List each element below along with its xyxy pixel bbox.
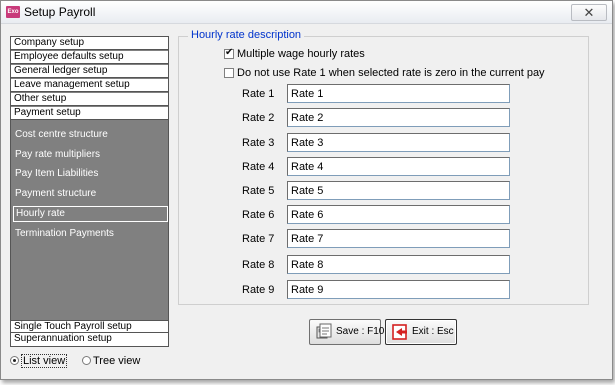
app-icon: Exo [6, 6, 20, 18]
nav-group-other-setup[interactable]: Other setup [11, 93, 168, 106]
nav-group-leave-management-setup[interactable]: Leave management setup [11, 79, 168, 92]
save-button[interactable]: Save : F10 [309, 319, 385, 345]
nav-group-single-touch-payroll-setup[interactable]: Single Touch Payroll setup [11, 320, 168, 333]
rate-4-label: Rate 4 [242, 161, 275, 173]
nav-item-cost-centre-structure[interactable]: Cost centre structure [11, 127, 168, 143]
rate-3-input[interactable] [287, 133, 510, 152]
rate-8-label: Rate 8 [242, 259, 275, 271]
exit-icon [391, 323, 409, 341]
tree-view-radio[interactable] [82, 356, 91, 365]
rate-3-label: Rate 3 [242, 137, 275, 149]
multiple-wage-rates-label[interactable]: Multiple wage hourly rates [237, 48, 365, 60]
rate-5-input[interactable] [287, 181, 510, 200]
rate-9-label: Rate 9 [242, 284, 275, 296]
rate-2-label: Rate 2 [242, 112, 275, 124]
setup-payroll-window: Exo Setup Payroll ✕ Company setup Employ… [0, 0, 613, 380]
exit-button-label: Exit : Esc [412, 326, 454, 337]
nav-group-general-ledger-setup[interactable]: General ledger setup [11, 65, 168, 78]
rate-6-label: Rate 6 [242, 209, 275, 221]
list-view-radio[interactable] [10, 356, 19, 365]
rate-5-label: Rate 5 [242, 185, 275, 197]
title-bar[interactable]: Exo Setup Payroll ✕ [1, 1, 612, 24]
save-icon [315, 323, 333, 341]
save-button-label: Save : F10 [336, 326, 385, 337]
list-view-label[interactable]: List view [21, 354, 68, 368]
rate-7-input[interactable] [287, 229, 510, 248]
exit-button[interactable]: Exit : Esc [385, 319, 457, 345]
rate-1-label: Rate 1 [242, 88, 275, 100]
rate-2-input[interactable] [287, 108, 510, 127]
nav-item-hourly-rate[interactable]: Hourly rate [13, 206, 168, 222]
tree-view-label[interactable]: Tree view [93, 355, 140, 367]
rate-9-input[interactable] [287, 280, 510, 299]
rate-8-input[interactable] [287, 255, 510, 274]
skip-rate1-checkbox[interactable] [224, 68, 234, 78]
rate-6-input[interactable] [287, 205, 510, 224]
nav-group-payment-setup[interactable]: Payment setup [11, 107, 168, 120]
close-button[interactable]: ✕ [571, 4, 607, 21]
nav-group-company-setup[interactable]: Company setup [11, 37, 168, 50]
nav-item-pay-item-liabilities[interactable]: Pay Item Liabilities [11, 166, 168, 182]
skip-rate1-label[interactable]: Do not use Rate 1 when selected rate is … [237, 67, 545, 79]
nav-item-pay-rate-multipliers[interactable]: Pay rate multipliers [11, 147, 168, 163]
nav-item-termination-payments[interactable]: Termination Payments [11, 226, 168, 242]
nav-group-superannuation-setup[interactable]: Superannuation setup [11, 333, 168, 346]
nav-item-payment-structure[interactable]: Payment structure [11, 186, 168, 202]
rate-4-input[interactable] [287, 157, 510, 176]
rate-1-input[interactable] [287, 84, 510, 103]
window-title: Setup Payroll [24, 5, 96, 19]
setup-navigation-panel: Company setup Employee defaults setup Ge… [10, 36, 169, 347]
hourly-rate-legend: Hourly rate description [188, 29, 305, 41]
nav-group-employee-defaults-setup[interactable]: Employee defaults setup [11, 51, 168, 64]
multiple-wage-rates-checkbox[interactable] [224, 47, 234, 59]
rate-7-label: Rate 7 [242, 233, 275, 245]
